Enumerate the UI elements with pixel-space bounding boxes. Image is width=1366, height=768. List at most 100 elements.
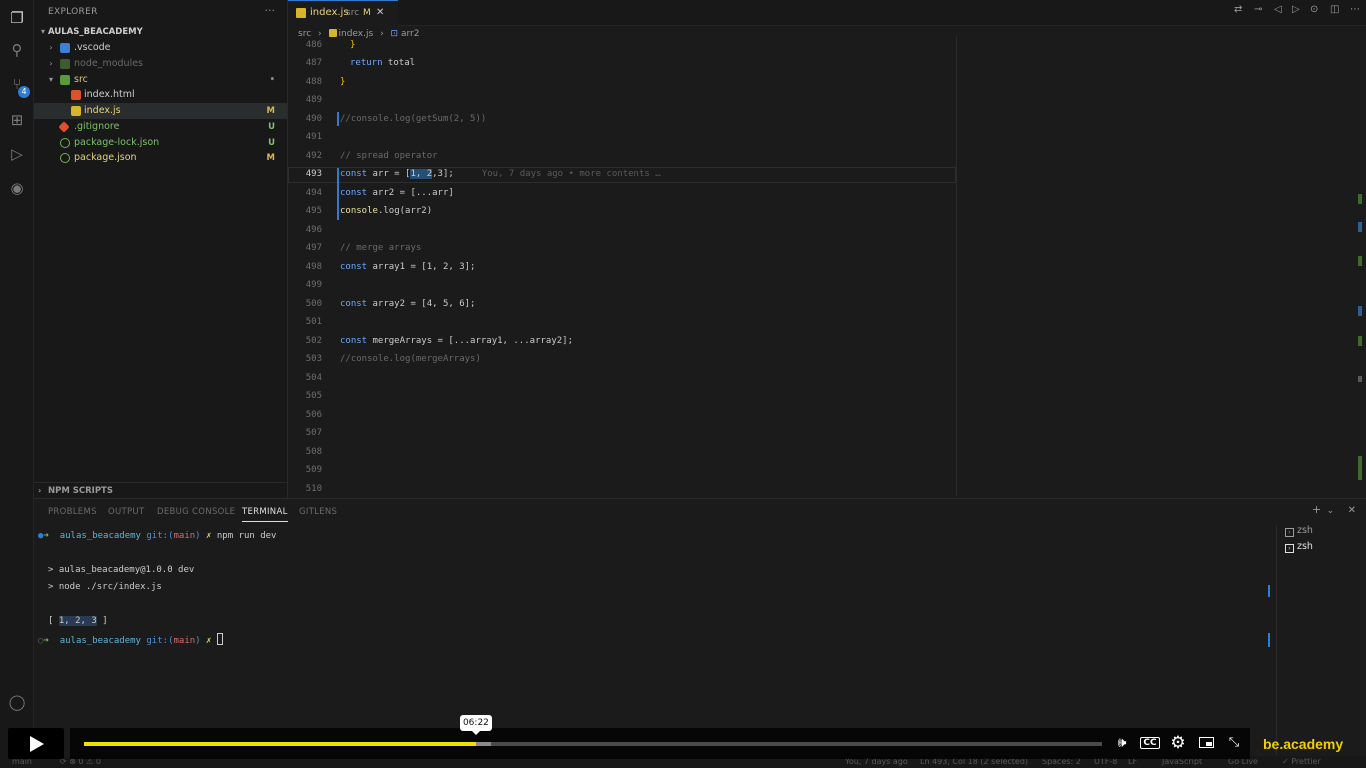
- account-icon[interactable]: ◯: [7, 692, 27, 712]
- line-number: 493: [305, 169, 322, 179]
- next-change-icon[interactable]: ▷: [1292, 4, 1300, 15]
- captions-icon[interactable]: CC: [1140, 733, 1160, 753]
- volume-icon[interactable]: 🕪: [1112, 733, 1132, 753]
- editor-scrollbar[interactable]: [1354, 36, 1366, 496]
- code-line: return total: [350, 58, 416, 68]
- settings-icon[interactable]: ⚙: [1168, 733, 1188, 753]
- new-terminal-button[interactable]: +: [1312, 503, 1321, 516]
- tab-gitlens[interactable]: GITLENS: [299, 507, 337, 517]
- split-editor-icon[interactable]: ◫: [1330, 4, 1339, 15]
- run-debug-icon[interactable]: ▷: [7, 144, 27, 164]
- chevron-down-icon: ▾: [40, 27, 45, 36]
- line-number: 509: [305, 465, 322, 475]
- explorer-sidebar: EXPLORER ··· ▾ AULAS_BEACADEMY › .vscode…: [34, 0, 288, 498]
- terminal-icon: ›: [1285, 528, 1294, 537]
- open-changes-icon[interactable]: ⊙: [1310, 4, 1318, 15]
- npm-scripts-section[interactable]: › NPM SCRIPTS: [34, 482, 287, 498]
- terminal[interactable]: ●➜ aulas_beacademy git:(main) ✗ npm run …: [34, 525, 1270, 755]
- time-tooltip: 06:22: [459, 715, 492, 735]
- code-line: console.log(arr2): [340, 206, 433, 216]
- line-number: 507: [305, 428, 322, 438]
- tree-item-vscode[interactable]: › .vscode: [34, 40, 287, 56]
- line-number: 491: [305, 132, 322, 142]
- code-line: // spread operator: [340, 151, 438, 161]
- tree-item-package-json[interactable]: package.json M: [34, 150, 287, 166]
- editor-actions: ⇄ ⊸ ◁ ▷ ⊙ ◫ ⋯: [1226, 4, 1366, 22]
- extensions-icon[interactable]: ⊞: [7, 110, 27, 130]
- line-number: 503: [305, 354, 322, 364]
- tree-item-index-js[interactable]: index.js M: [34, 103, 287, 119]
- line-number: 508: [305, 447, 322, 457]
- code-editor[interactable]: 486 487 488 489 490 491 492 493 494 495 …: [288, 36, 1366, 498]
- tree-item-node-modules[interactable]: › node_modules: [34, 56, 287, 72]
- terminal-icon: ›: [1285, 544, 1294, 553]
- line-number: 504: [305, 373, 322, 383]
- line-number: 492: [305, 151, 322, 161]
- code-line: const array1 = [1, 2, 3];: [340, 262, 476, 272]
- play-icon: [30, 736, 44, 752]
- tree-item-gitignore[interactable]: .gitignore U: [34, 119, 287, 135]
- tree-item-package-lock[interactable]: package-lock.json U: [34, 135, 287, 151]
- code-line: //console.log(getSum(2, 5)): [340, 114, 487, 124]
- git-gutter-modified: [337, 168, 339, 220]
- overview-marker: [1358, 336, 1362, 346]
- play-button[interactable]: [8, 728, 64, 759]
- js-file-icon: [296, 8, 306, 18]
- scroll-marker: [1268, 585, 1270, 597]
- search-icon[interactable]: ⚲: [7, 40, 27, 60]
- tab-index-js[interactable]: index.js src M ✕: [288, 0, 398, 26]
- chevron-right-icon: ›: [38, 486, 42, 495]
- terminal-line: [ 1, 2, 3 ]: [48, 616, 108, 626]
- tab-debug-console[interactable]: DEBUG CONSOLE: [157, 507, 235, 517]
- previous-change-icon[interactable]: ◁: [1274, 4, 1282, 15]
- terminal-item[interactable]: › zsh: [1285, 541, 1313, 553]
- tab-output[interactable]: OUTPUT: [108, 507, 144, 517]
- line-number: 489: [305, 95, 322, 105]
- code-line: // merge arrays: [340, 243, 422, 253]
- close-icon[interactable]: ✕: [376, 1, 384, 25]
- more-actions-icon[interactable]: ···: [265, 4, 276, 17]
- tree-item-index-html[interactable]: index.html: [34, 87, 287, 103]
- git-icon: [58, 121, 70, 133]
- workspace-root[interactable]: ▾ AULAS_BEACADEMY: [34, 24, 287, 40]
- npm-json-icon: [60, 153, 70, 163]
- folder-icon: [60, 59, 70, 69]
- overview-marker: [1358, 456, 1362, 480]
- line-number: 490: [305, 114, 322, 124]
- terminal-item[interactable]: › zsh: [1285, 525, 1313, 537]
- fullscreen-icon[interactable]: ⤡: [1224, 733, 1244, 753]
- line-number: 500: [305, 299, 322, 309]
- text-selection: 1, 2: [410, 169, 433, 179]
- line-number: 502: [305, 336, 322, 346]
- close-panel-button[interactable]: ✕: [1348, 505, 1356, 516]
- line-number: 495: [305, 206, 322, 216]
- gitlens-icon[interactable]: ◉: [7, 178, 27, 198]
- line-number: 506: [305, 410, 322, 420]
- scroll-marker: [1268, 633, 1270, 647]
- more-actions-icon[interactable]: ⋯: [1350, 4, 1360, 15]
- explorer-icon[interactable]: ❐: [7, 8, 27, 28]
- code-line: }: [340, 77, 346, 87]
- line-number: 498: [305, 262, 322, 272]
- editor-ruler: [956, 36, 957, 496]
- tree-item-src[interactable]: ▾ src •: [34, 72, 287, 88]
- editor-area: index.js src M ✕ ⇄ ⊸ ◁ ▷ ⊙ ◫ ⋯ src › ind…: [288, 0, 1366, 498]
- chevron-down-icon[interactable]: ⌄: [1327, 506, 1335, 516]
- terminal-line: ●➜ aulas_beacademy git:(main) ✗ npm run …: [38, 531, 277, 541]
- progress-bar[interactable]: [84, 742, 1102, 746]
- compare-icon[interactable]: ⇄: [1234, 4, 1242, 15]
- line-number: 486: [305, 40, 322, 50]
- folder-open-icon: [60, 75, 70, 85]
- tab-problems[interactable]: PROBLEMS: [48, 507, 97, 517]
- code-line: const array2 = [4, 5, 6];: [340, 299, 476, 309]
- line-number: 505: [305, 391, 322, 401]
- js-file-icon: [71, 106, 81, 116]
- buffered-bar: [475, 742, 492, 746]
- code-line: }: [350, 40, 356, 50]
- panel-actions: + ⌄ ✕: [1312, 503, 1356, 516]
- git-commit-icon[interactable]: ⊸: [1254, 4, 1262, 15]
- tab-terminal[interactable]: TERMINAL: [242, 507, 288, 522]
- overview-marker: [1358, 222, 1362, 232]
- code-line: const arr2 = [...arr]: [340, 188, 454, 198]
- picture-in-picture-icon[interactable]: [1196, 733, 1216, 753]
